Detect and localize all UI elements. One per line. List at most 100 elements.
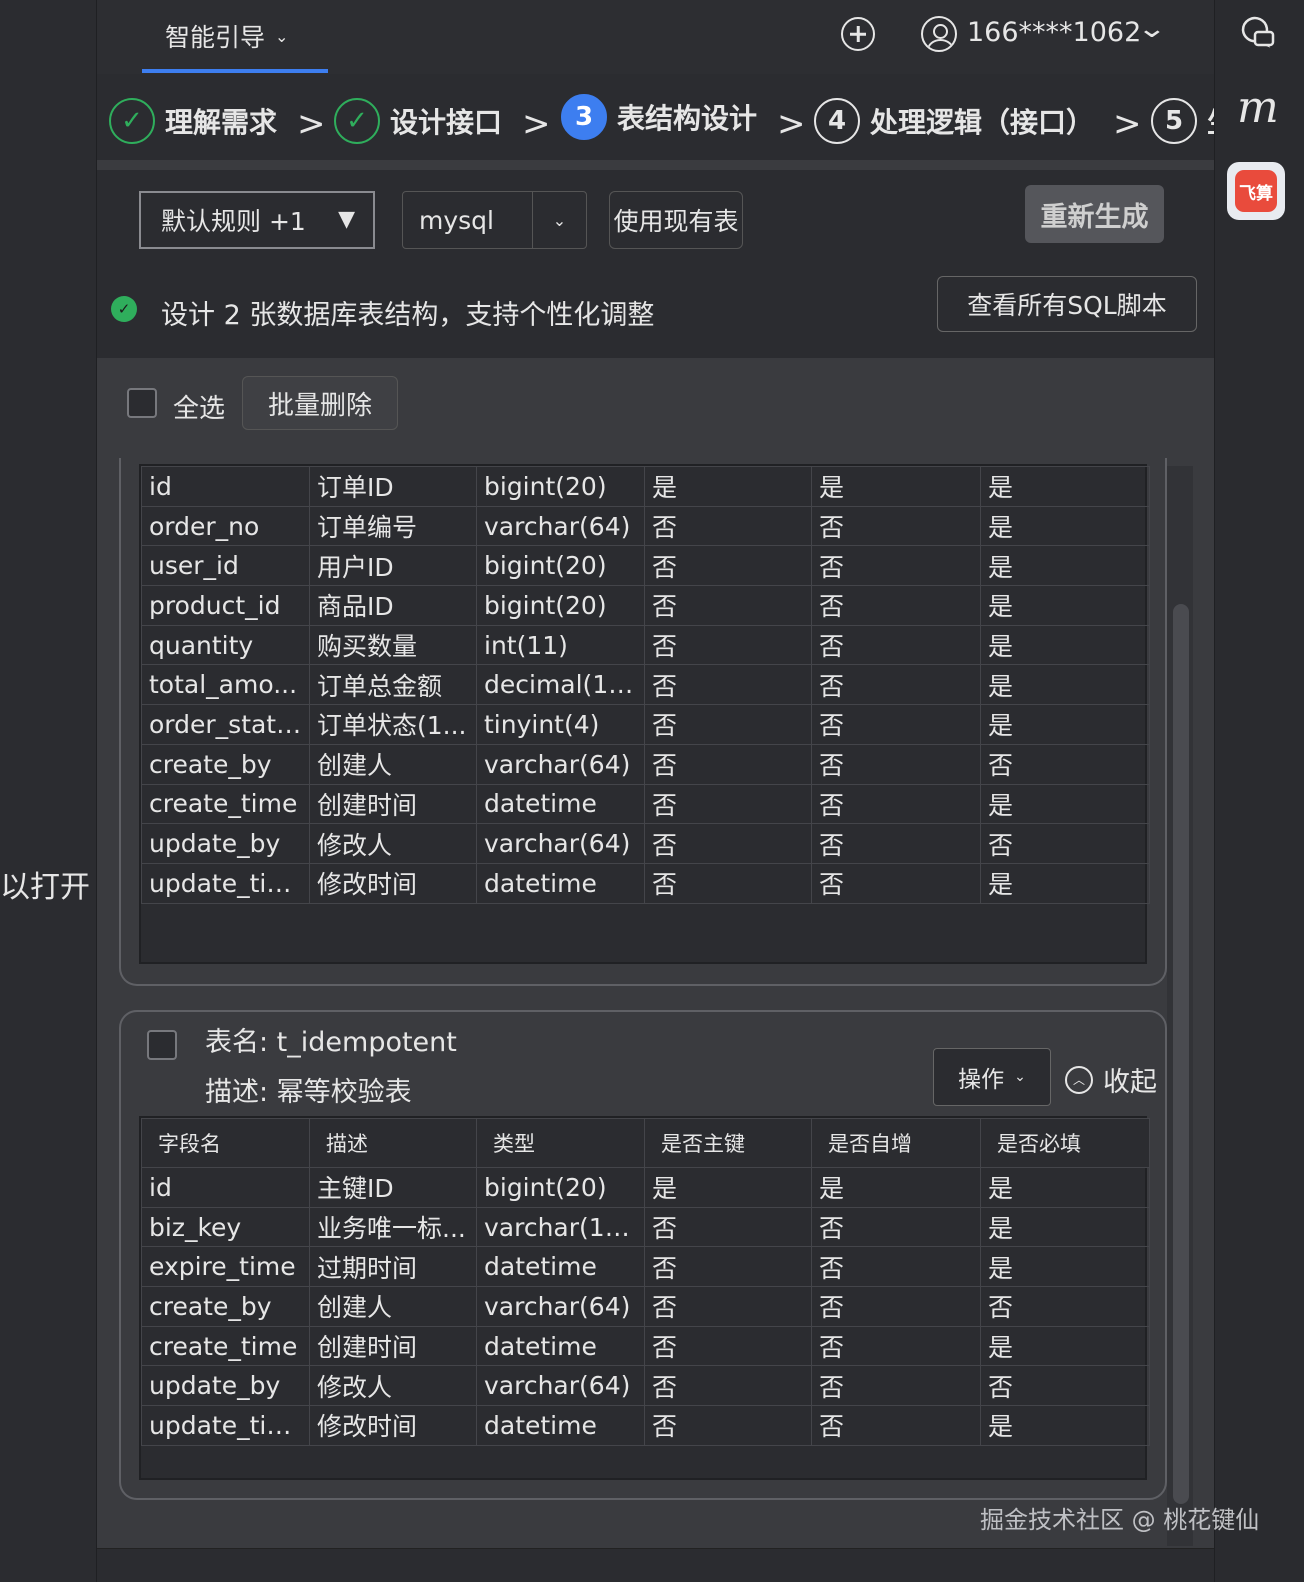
table-cell: 否: [644, 545, 812, 587]
table-cell: 是: [980, 505, 1150, 547]
table-cell: 否: [811, 1365, 981, 1407]
table-cell: datetime: [476, 783, 645, 825]
table-cell: 是: [980, 1167, 1150, 1208]
table-cell: varchar(64): [476, 823, 645, 864]
step-3[interactable]: 3 表结构设计: [561, 94, 757, 140]
step-1[interactable]: ✓ 理解需求: [109, 98, 277, 144]
step-number-icon: 5: [1151, 98, 1197, 144]
table-cell: id: [141, 466, 310, 507]
m-plugin-icon[interactable]: m: [1237, 82, 1279, 133]
table-cell: 购买数量: [309, 624, 477, 666]
table-row[interactable]: id 订单ID bigint(20) 是是是: [141, 466, 1150, 507]
table-cell: 修改时间: [309, 862, 477, 904]
smart-guide-menu[interactable]: 智能引导 ⌄: [165, 18, 288, 54]
column-header: 描述: [309, 1118, 477, 1168]
table-cell: 否: [811, 664, 981, 706]
table-cell: 订单状态(1...: [309, 704, 477, 745]
table-cell: 否: [644, 624, 812, 666]
table-cell: varchar(64): [476, 743, 645, 785]
table-cell: 否: [811, 862, 981, 904]
table-cell: 是: [980, 466, 1150, 507]
table-row[interactable]: order_status 订单状态(1... tinyint(4) 否否是: [141, 704, 1150, 745]
table-row[interactable]: expire_time 过期时间 datetime 否否是: [141, 1246, 1150, 1288]
collapse-label: 收起: [1103, 1067, 1157, 1098]
table-cell: 是: [811, 1167, 981, 1208]
step-separator-icon: >: [777, 104, 806, 144]
table-row[interactable]: create_by 创建人 varchar(64) 否否否: [141, 1286, 1150, 1327]
table-cell: bigint(20): [476, 466, 645, 507]
table-cell: update_by: [141, 1365, 310, 1407]
step-5[interactable]: 5 生: [1151, 98, 1215, 144]
user-avatar-icon[interactable]: [921, 16, 957, 52]
table-cell: varchar(64): [476, 1365, 645, 1407]
table-row[interactable]: update_by 修改人 varchar(64) 否否否: [141, 1365, 1150, 1407]
rules-select[interactable]: 默认规则 +1 ▼: [139, 191, 375, 249]
table-cell: varchar(128): [476, 1206, 645, 1248]
table-row[interactable]: order_no 订单编号 varchar(64) 否否是: [141, 505, 1150, 547]
operations-label: 操作: [958, 1067, 1005, 1093]
rules-select-value: 默认规则 +1: [161, 207, 306, 236]
view-sql-button[interactable]: 查看所有SQL脚本: [937, 276, 1197, 332]
vertical-scrollbar[interactable]: [1173, 604, 1189, 1504]
table-cell: bigint(20): [476, 585, 645, 626]
database-select[interactable]: mysql ⌄: [402, 191, 587, 249]
bottom-bar: [97, 1548, 1215, 1582]
add-icon[interactable]: [841, 17, 875, 51]
table-cell: order_no: [141, 505, 310, 547]
step-4[interactable]: 4 处理逻辑（接口）: [814, 98, 1094, 144]
table-cell: 是: [980, 704, 1150, 745]
table-cell: datetime: [476, 1405, 645, 1446]
table-cell: datetime: [476, 1246, 645, 1288]
table-row[interactable]: product_id 商品ID bigint(20) 否否是: [141, 585, 1150, 626]
step-progress-bar: ✓ 理解需求 > ✓ 设计接口 > 3 表结构设计 > 4 处理逻辑（接口） >…: [97, 74, 1215, 160]
table-row[interactable]: biz_key 业务唯一标... varchar(128) 否否是: [141, 1206, 1150, 1248]
collapse-button[interactable]: ︿ 收起: [1065, 1060, 1157, 1099]
table-cell: 主键ID: [309, 1167, 477, 1208]
table-row[interactable]: user_id 用户ID bigint(20) 否否是: [141, 545, 1150, 587]
table-cell: 否: [811, 1405, 981, 1446]
summary-text: 设计 2 张数据库表结构，支持个性化调整: [161, 300, 655, 331]
step-2-label: 设计接口: [390, 106, 503, 139]
table-cell: 否: [811, 783, 981, 825]
table-cell: 过期时间: [309, 1246, 477, 1288]
regenerate-button[interactable]: 重新生成: [1025, 185, 1164, 243]
left-background-window: 以打开: [0, 0, 96, 1582]
table-cell: 是: [980, 585, 1150, 626]
use-existing-table-button[interactable]: 使用现有表: [609, 191, 743, 249]
table-cell: quantity: [141, 624, 310, 666]
step-2[interactable]: ✓ 设计接口: [334, 98, 502, 144]
table-row[interactable]: create_time 创建时间 datetime 否否是: [141, 1325, 1150, 1367]
account-phone[interactable]: 166****1062: [967, 17, 1141, 48]
table-row[interactable]: update_time 修改时间 datetime 否否是: [141, 1405, 1150, 1446]
table-cell: 是: [980, 624, 1150, 666]
table-row[interactable]: create_by 创建人 varchar(64) 否否否: [141, 743, 1150, 785]
table-row[interactable]: id 主键ID bigint(20) 是是是: [141, 1167, 1150, 1208]
chat-icon[interactable]: [1237, 12, 1277, 52]
account-chevron-down-icon[interactable]: ⌄: [1137, 14, 1168, 44]
select-all-checkbox[interactable]: [127, 388, 157, 418]
table-row[interactable]: update_time 修改时间 datetime 否否是: [141, 862, 1150, 904]
table-row[interactable]: quantity 购买数量 int(11) 否否是: [141, 624, 1150, 666]
table-cell: 修改人: [309, 823, 477, 864]
table-row[interactable]: update_by 修改人 varchar(64) 否否否: [141, 823, 1150, 864]
batch-delete-button[interactable]: 批量删除: [242, 376, 398, 430]
table-cell: 否: [811, 624, 981, 666]
top-bar: 智能引导 ⌄ 166****1062 ⌄: [97, 0, 1215, 74]
table-cell: 否: [811, 823, 981, 864]
operations-dropdown[interactable]: 操作 ⌄: [933, 1048, 1051, 1106]
table-cell: total_amo...: [141, 664, 310, 706]
table-cell: bigint(20): [476, 545, 645, 587]
column-header: 是否主键: [644, 1118, 812, 1168]
table-row[interactable]: create_time 创建时间 datetime 否否是: [141, 783, 1150, 825]
table-cell: product_id: [141, 585, 310, 626]
table-select-checkbox[interactable]: [147, 1030, 177, 1060]
right-tool-rail: m 飞算: [1214, 0, 1304, 1582]
select-all-label: 全选: [173, 394, 226, 424]
table-cell: 创建人: [309, 1286, 477, 1327]
feishu-icon[interactable]: 飞算: [1227, 162, 1285, 220]
watermark: 掘金技术社区 @ 桃花键仙: [980, 1506, 1260, 1534]
table-row[interactable]: total_amo... 订单总金额 decimal(10... 否否是: [141, 664, 1150, 706]
table-cell: 订单ID: [309, 466, 477, 507]
table-cell: tinyint(4): [476, 704, 645, 745]
step-separator-icon: >: [522, 104, 551, 144]
